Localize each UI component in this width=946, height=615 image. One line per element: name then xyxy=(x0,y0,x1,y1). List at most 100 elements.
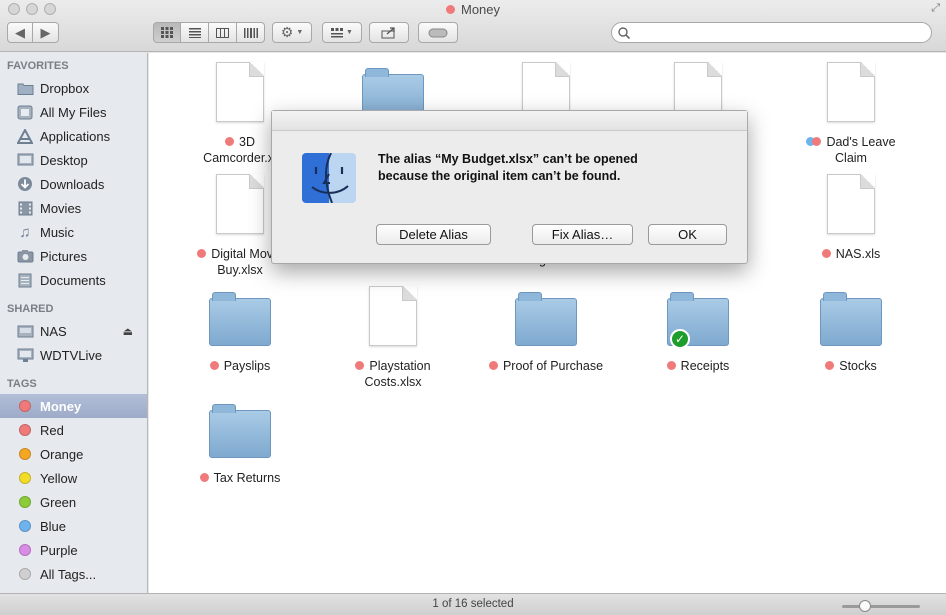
share-icon xyxy=(381,26,395,38)
tags-button[interactable] xyxy=(418,22,458,43)
arrange-icon xyxy=(331,27,344,37)
fix-alias-button[interactable]: Fix Alias… xyxy=(532,224,633,245)
tag-dot-icon xyxy=(197,249,207,258)
finder-icon xyxy=(302,153,356,203)
sidebar-item-tag-orange[interactable]: Orange xyxy=(0,442,147,466)
ok-button[interactable]: OK xyxy=(648,224,727,245)
sidebar-section-favorites: FAVORITES xyxy=(7,60,69,72)
folder-item[interactable]: Proof of Purchase xyxy=(471,286,621,374)
sidebar-item-label: WDTVLive xyxy=(40,347,103,363)
icon-size-slider[interactable] xyxy=(842,600,920,612)
alert-message: The alias “My Budget.xlsx” can’t be open… xyxy=(378,151,718,185)
file-item[interactable]: Playstation Costs.xlsx xyxy=(318,286,468,390)
file-name: Camcorder.xl xyxy=(203,151,277,165)
tag-dot-icon xyxy=(19,496,31,508)
applications-icon xyxy=(16,128,34,144)
file-name: NAS.xls xyxy=(835,247,881,261)
dialog-header xyxy=(272,111,747,131)
toolbar: Money ⤢ ◀ ▶ ⚙ ▼ ▼ xyxy=(0,0,946,52)
sidebar-item-tag-yellow[interactable]: Yellow xyxy=(0,466,147,490)
sidebar-item-all-tags[interactable]: All Tags... xyxy=(0,562,147,586)
file-name: Stocks xyxy=(839,359,877,373)
sidebar-item-label: Documents xyxy=(40,272,106,288)
sidebar-item-label: Desktop xyxy=(40,152,88,168)
tag-dot-icon xyxy=(209,361,219,370)
search-field[interactable] xyxy=(611,22,932,43)
sidebar-item-pictures[interactable]: Pictures xyxy=(0,244,147,268)
folder-item[interactable]: ✓ Receipts xyxy=(623,286,773,374)
tag-dot-icon xyxy=(225,137,234,146)
nav-buttons: ◀ ▶ xyxy=(7,22,59,43)
sidebar-item-label: Purple xyxy=(40,542,78,558)
folder-item[interactable]: Tax Returns xyxy=(165,398,315,486)
tag-dot-icon xyxy=(19,400,31,412)
sidebar-item-wdtvlive[interactable]: WDTVLive xyxy=(0,343,147,367)
share-button[interactable] xyxy=(369,22,409,43)
search-input[interactable] xyxy=(634,25,931,40)
tag-dot-icon xyxy=(812,137,822,146)
eject-icon[interactable]: ⏏ xyxy=(123,325,133,338)
back-arrow-icon[interactable]: ◀ xyxy=(7,22,33,43)
chevron-down-icon: ▼ xyxy=(346,29,353,36)
document-icon xyxy=(216,174,264,234)
sidebar-item-desktop[interactable]: Desktop xyxy=(0,148,147,172)
tag-dot-icon xyxy=(19,568,31,580)
network-drive-icon xyxy=(16,323,34,339)
sidebar-item-all-my-files[interactable]: All My Files xyxy=(0,100,147,124)
search-icon xyxy=(618,26,630,39)
sidebar-item-label: Money xyxy=(40,398,82,414)
tag-dot-icon xyxy=(821,249,831,258)
folder-item[interactable]: Stocks xyxy=(776,286,926,374)
sidebar-item-applications[interactable]: Applications xyxy=(0,124,147,148)
tag-icon xyxy=(428,28,448,37)
file-name: Buy.xlsx xyxy=(217,263,263,277)
folder-icon xyxy=(515,292,577,346)
sidebar-item-label: Red xyxy=(40,422,64,438)
alias-alert-dialog: The alias “My Budget.xlsx” can’t be open… xyxy=(271,110,748,264)
action-menu-button[interactable]: ⚙ ▼ xyxy=(272,22,312,43)
forward-arrow-icon[interactable]: ▶ xyxy=(33,22,59,43)
desktop-icon xyxy=(16,152,34,168)
music-icon: ♫ xyxy=(19,223,31,241)
fullscreen-icon[interactable]: ⤢ xyxy=(931,2,940,15)
sidebar-section-shared: SHARED xyxy=(7,303,54,315)
sidebar-item-dropbox[interactable]: Dropbox xyxy=(0,76,147,100)
sidebar-item-documents[interactable]: Documents xyxy=(0,268,147,292)
sidebar-item-label: Applications xyxy=(40,128,111,144)
sidebar-item-label: All My Files xyxy=(40,104,107,120)
sidebar-item-label: Green xyxy=(40,494,77,510)
tag-dot-icon xyxy=(19,544,31,556)
gear-icon: ⚙ xyxy=(280,24,294,40)
sidebar-item-tag-money[interactable]: Money xyxy=(0,394,147,418)
sidebar-item-nas[interactable]: NAS ⏏ xyxy=(0,319,147,343)
icon-view-icon[interactable] xyxy=(153,22,181,43)
file-name: Receipts xyxy=(680,359,730,373)
sidebar: FAVORITES Dropbox All My Files Applicati… xyxy=(0,53,148,593)
column-view-icon[interactable] xyxy=(209,22,237,43)
sidebar-item-movies[interactable]: Movies xyxy=(0,196,147,220)
sidebar-item-downloads[interactable]: Downloads xyxy=(0,172,147,196)
sidebar-item-tag-blue[interactable]: Blue xyxy=(0,514,147,538)
file-item[interactable]: NAS.xls xyxy=(776,174,926,262)
documents-icon xyxy=(16,272,34,288)
slider-knob[interactable] xyxy=(858,600,871,612)
arrange-menu-button[interactable]: ▼ xyxy=(322,22,362,43)
cover-flow-icon[interactable] xyxy=(237,22,265,43)
list-view-icon[interactable] xyxy=(181,22,209,43)
sidebar-item-tag-green[interactable]: Green xyxy=(0,490,147,514)
document-icon xyxy=(216,62,264,122)
tag-dot-icon xyxy=(19,520,31,532)
sidebar-item-music[interactable]: ♫ Music xyxy=(0,220,147,244)
file-item[interactable]: Dad's Leave Claim xyxy=(776,62,926,166)
sidebar-item-tag-purple[interactable]: Purple xyxy=(0,538,147,562)
status-bar: 1 of 16 selected xyxy=(0,593,946,615)
file-name: 3D xyxy=(239,135,255,149)
monitor-icon xyxy=(16,347,34,363)
tag-dot-icon xyxy=(19,424,31,436)
sidebar-item-tag-red[interactable]: Red xyxy=(0,418,147,442)
tag-dot-icon xyxy=(355,361,365,370)
delete-alias-button[interactable]: Delete Alias xyxy=(376,224,491,245)
folder-item[interactable]: Payslips xyxy=(165,286,315,374)
tag-dot-icon xyxy=(825,361,835,370)
tag-dot-icon xyxy=(488,361,498,370)
